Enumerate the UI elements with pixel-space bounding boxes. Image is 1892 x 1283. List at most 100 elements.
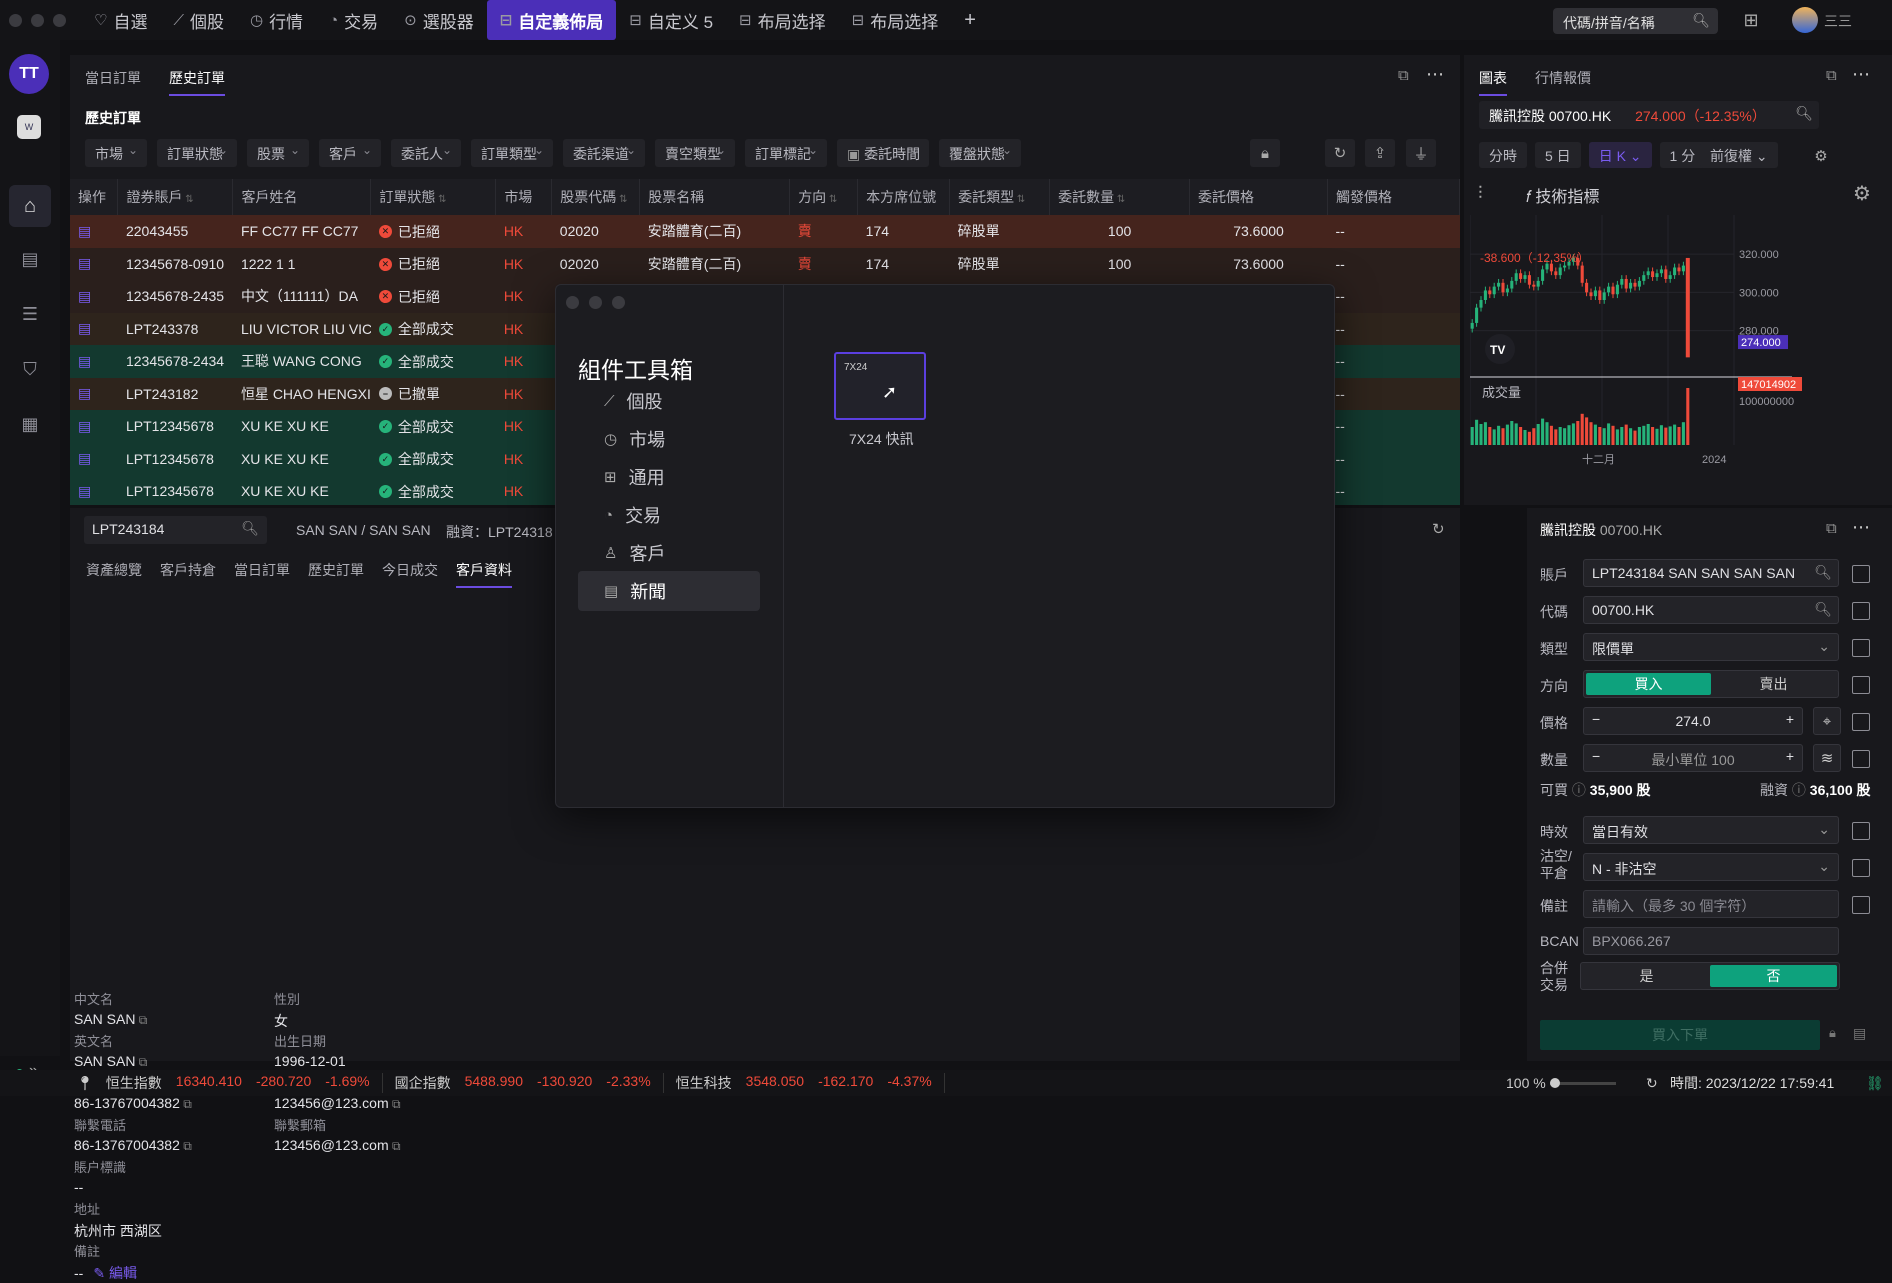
modal-category-5[interactable]: ▤ 新聞: [578, 571, 760, 611]
modal-category-4[interactable]: ♙ 客戶: [578, 533, 760, 573]
candle-type-icon[interactable]: ⫶: [1478, 183, 1483, 204]
code-input[interactable]: 00700.HK 🔍︎: [1583, 596, 1839, 624]
copy-icon[interactable]: ⧉: [135, 1055, 148, 1069]
order-detail-icon[interactable]: ▤: [78, 223, 91, 239]
report-icon[interactable]: ▦: [18, 412, 42, 436]
tab-top-3[interactable]: ◔ 交易: [316, 0, 391, 40]
tab-top-8[interactable]: ⊟ 布局选择: [839, 0, 952, 40]
column-header[interactable]: 股票代碼 ⇅: [551, 179, 641, 215]
lock-filter-icon[interactable]: 🔒︎: [1250, 139, 1280, 167]
copy-icon[interactable]: ⧉: [389, 1097, 401, 1111]
tab-client-4[interactable]: 今日成交: [382, 560, 438, 588]
filter-icon[interactable]: ⏚: [1406, 139, 1436, 167]
orders-icon[interactable]: ▤: [18, 247, 42, 271]
column-header[interactable]: 觸發價格: [1327, 179, 1460, 215]
apps-grid-icon[interactable]: ⊞: [1741, 10, 1761, 30]
copy-icon[interactable]: ⧉: [135, 1013, 148, 1027]
modal-category-3[interactable]: ◔ 交易: [578, 495, 760, 535]
indicator-button[interactable]: 𝑓 技術指標: [1526, 183, 1599, 207]
cell-action[interactable]: ▤: [70, 410, 118, 443]
tif-select[interactable]: 當日有效 ⌄: [1583, 816, 1839, 844]
refresh-icon[interactable]: ↻: [1325, 139, 1355, 167]
candlestick-chart[interactable]: 320.000300.000280.000-38.600（-12.35%）274…: [1470, 215, 1890, 505]
tab-client-1[interactable]: 客戶持倉: [160, 560, 216, 588]
column-header[interactable]: 證券賬戶 ⇅: [117, 179, 234, 215]
tab-client-0[interactable]: 資產總覽: [86, 560, 142, 588]
modal-zoom-dot[interactable]: [612, 296, 625, 309]
order-detail-icon[interactable]: ▤: [78, 483, 91, 499]
price-stepper[interactable]: − 274.0 +: [1583, 707, 1803, 735]
column-header[interactable]: 市場: [495, 179, 553, 215]
index-item[interactable]: 國企指數 5488.990 -130.920 -2.33%: [395, 1073, 664, 1093]
filter-select[interactable]: 股票 ⌄: [247, 139, 309, 167]
column-header[interactable]: 客戶姓名: [232, 179, 372, 215]
cell-action[interactable]: ▤: [70, 377, 118, 410]
popout-icon[interactable]: ⧉: [1826, 67, 1837, 84]
column-header[interactable]: 委託數量 ⇅: [1049, 179, 1191, 215]
refresh-icon[interactable]: ↻: [1432, 520, 1445, 538]
period-button[interactable]: 日 K ⌄: [1588, 142, 1652, 168]
period-button[interactable]: 分時: [1479, 142, 1527, 168]
buy-button[interactable]: 買入: [1586, 673, 1711, 695]
filter-select[interactable]: 訂單狀態 ⌄: [157, 139, 237, 167]
order-detail-icon[interactable]: ▤: [78, 385, 91, 401]
column-header[interactable]: 訂單狀態 ⇅: [370, 179, 497, 215]
filter-select[interactable]: 委託渠道 ⌄: [563, 139, 645, 167]
quantity-minus-button[interactable]: −: [1592, 748, 1600, 764]
submit-buy-button[interactable]: 買入下單: [1540, 1020, 1820, 1050]
order-detail-icon[interactable]: ▤: [78, 418, 91, 434]
column-header[interactable]: 股票名稱: [639, 179, 791, 215]
popout-icon[interactable]: ⧉: [1398, 67, 1409, 84]
quantity-lock-checkbox[interactable]: [1852, 750, 1870, 768]
order-detail-icon[interactable]: ▤: [78, 255, 91, 271]
copy-icon[interactable]: ⧉: [389, 1139, 401, 1153]
more-icon[interactable]: ⋯: [1852, 517, 1870, 538]
column-header[interactable]: 操作: [70, 179, 119, 215]
adjust-select[interactable]: 前復權 ⌄: [1700, 142, 1778, 168]
cell-action[interactable]: ▤: [70, 442, 118, 475]
price-minus-button[interactable]: −: [1592, 711, 1600, 727]
list-icon[interactable]: ▤: [1853, 1025, 1866, 1042]
type-lock-checkbox[interactable]: [1852, 639, 1870, 657]
modal-close-dot[interactable]: [566, 296, 579, 309]
account-input[interactable]: LPT243184 SAN SAN SAN SAN 🔍︎: [1583, 559, 1839, 587]
menu-label[interactable]: 三三: [1824, 11, 1852, 31]
home-icon[interactable]: ⌂: [9, 185, 51, 227]
bcan-input[interactable]: BPX066.267: [1583, 927, 1839, 955]
tab-top-5[interactable]: ⊟ 自定義佈局: [486, 0, 617, 40]
sell-button[interactable]: 賣出: [1711, 673, 1836, 695]
code-lock-checkbox[interactable]: [1852, 602, 1870, 620]
tab-top-4[interactable]: ⊙ 選股器: [391, 0, 487, 40]
tab-history-orders[interactable]: 歷史訂單: [169, 68, 225, 96]
brand-badge-icon[interactable]: W: [17, 115, 41, 139]
filter-select[interactable]: 市場 ⌄: [85, 139, 147, 167]
short-select[interactable]: N - 非沽空 ⌄: [1583, 853, 1839, 881]
layers-icon[interactable]: ≋: [1813, 744, 1841, 772]
tab-today-orders[interactable]: 當日訂單: [85, 68, 141, 96]
export-icon[interactable]: ⇪: [1365, 139, 1395, 167]
tab-quote[interactable]: 行情報價: [1535, 68, 1591, 96]
popout-icon[interactable]: ⧉: [1826, 520, 1837, 537]
order-type-select[interactable]: 限價單 ⌄: [1583, 633, 1839, 661]
price-plus-button[interactable]: +: [1786, 711, 1794, 727]
window-minimize-dot[interactable]: [31, 13, 44, 27]
period-button[interactable]: 5 日: [1535, 142, 1581, 168]
remark-lock-checkbox[interactable]: [1852, 896, 1870, 914]
cell-action[interactable]: ▤: [70, 475, 118, 505]
column-header[interactable]: 本方席位號: [857, 179, 951, 215]
tab-client-3[interactable]: 歷史訂單: [308, 560, 364, 588]
filter-select[interactable]: 委託人 ⌄: [391, 139, 461, 167]
filter-select[interactable]: 訂單類型 ⌄: [471, 139, 553, 167]
order-detail-icon[interactable]: ▤: [78, 353, 91, 369]
widget-7x24-card[interactable]: 7X24 ➚: [834, 352, 926, 420]
symbol-search-input[interactable]: 代碼/拼音/名稱 🔍︎: [1553, 8, 1718, 34]
modal-minimize-dot[interactable]: [589, 296, 602, 309]
cell-action[interactable]: ▤: [70, 215, 118, 248]
stock-selector[interactable]: 騰訊控股 00700.HK 274.000（-12.35%） 🔍︎: [1479, 101, 1819, 129]
search-icon[interactable]: 🔍︎: [241, 520, 259, 537]
order-detail-icon[interactable]: ▤: [78, 288, 91, 304]
filter-select[interactable]: 客戶 ⌄: [319, 139, 381, 167]
link-icon[interactable]: ⛓︎: [1866, 1075, 1884, 1092]
cell-action[interactable]: ▤: [70, 280, 118, 313]
zoom-slider-knob[interactable]: [1550, 1078, 1560, 1088]
